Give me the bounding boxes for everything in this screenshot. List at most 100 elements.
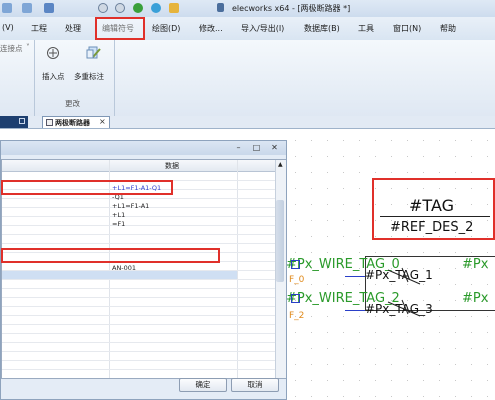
selected-row[interactable] xyxy=(2,271,237,279)
grid-dot xyxy=(327,220,328,221)
scroll-up-icon[interactable]: ▲ xyxy=(278,161,283,168)
menu-tools[interactable]: 工具 xyxy=(358,23,374,34)
menu-help[interactable]: 帮助 xyxy=(440,23,456,34)
dialog-title-bar[interactable]: – □ ✕ xyxy=(1,141,286,155)
grid-header: 数据 xyxy=(2,160,275,172)
grid-dot xyxy=(295,380,296,381)
redo-icon[interactable] xyxy=(22,3,32,13)
grid-dot xyxy=(295,140,296,141)
tab-close-icon[interactable]: × xyxy=(99,117,106,126)
grid-dot xyxy=(327,140,328,141)
panel-pin-icon[interactable] xyxy=(19,118,25,124)
grid-dot xyxy=(327,188,328,189)
grid-dot xyxy=(471,156,472,157)
panel-tab[interactable] xyxy=(0,116,28,128)
grid-dot xyxy=(423,172,424,173)
f0-label: F_0 xyxy=(289,275,305,285)
zoom-window-icon[interactable] xyxy=(115,3,125,13)
insert-point-button[interactable]: 插入点 xyxy=(42,71,65,82)
tag-text[interactable]: #TAG xyxy=(409,196,454,215)
zoom-in-icon[interactable] xyxy=(98,3,108,13)
grid-dot xyxy=(359,172,360,173)
grid-dot xyxy=(311,396,312,397)
grid-dot xyxy=(311,380,312,381)
wire-blue-top xyxy=(345,276,365,277)
multi-mark-button[interactable]: 多重标注 xyxy=(74,71,104,82)
px-label-mid[interactable]: #Px xyxy=(462,291,488,306)
grid-dot xyxy=(407,380,408,381)
minimize-icon[interactable]: – xyxy=(234,143,243,152)
tab-two-pole-breaker[interactable]: 两极断路器 × xyxy=(42,116,110,128)
f2-label: F_2 xyxy=(289,311,305,321)
close-icon[interactable]: ✕ xyxy=(270,143,279,152)
row-divider xyxy=(2,360,275,361)
grid-dot xyxy=(407,140,408,141)
undo-icon[interactable] xyxy=(2,3,12,13)
pan-icon[interactable] xyxy=(133,3,143,13)
connection-point-2[interactable] xyxy=(291,294,300,303)
grid-dot xyxy=(327,172,328,173)
menu-window[interactable]: 窗口(N) xyxy=(393,23,421,34)
menu-project[interactable]: 工程 xyxy=(31,23,47,34)
ok-button[interactable]: 确定 xyxy=(179,378,227,392)
grid-dot xyxy=(439,140,440,141)
maximize-icon[interactable]: □ xyxy=(252,143,261,152)
grid-dot xyxy=(471,348,472,349)
wire-blue-bottom xyxy=(345,310,365,311)
grid-dot xyxy=(455,332,456,333)
menu-view[interactable]: (V) xyxy=(2,23,14,32)
menu-process[interactable]: 处理 xyxy=(65,23,81,34)
grid-dot xyxy=(311,364,312,365)
grid-dot xyxy=(423,140,424,141)
grid-dot xyxy=(471,396,472,397)
grid-dot xyxy=(295,236,296,237)
cell-value[interactable]: AN-001 xyxy=(112,264,136,272)
cancel-button[interactable]: 取消 xyxy=(231,378,279,392)
insert-point-icon[interactable] xyxy=(46,46,60,60)
cell-value[interactable]: +L1=F1-A1 xyxy=(112,202,149,210)
connection-point-0[interactable] xyxy=(291,260,300,269)
grid-dot xyxy=(391,156,392,157)
refresh-icon[interactable] xyxy=(169,3,179,13)
cell-value[interactable]: =F1 xyxy=(112,220,125,228)
grid-dot xyxy=(471,332,472,333)
menu-modify[interactable]: 修改... xyxy=(199,23,223,34)
row-divider xyxy=(2,324,275,325)
app-icon xyxy=(217,3,224,12)
ref-des-text[interactable]: #REF_DES_2 xyxy=(390,220,473,235)
grid-dot xyxy=(359,348,360,349)
grid-dot xyxy=(295,204,296,205)
cell-value[interactable]: +L1 xyxy=(112,211,125,219)
dropdown-arrow-icon[interactable]: ˅ xyxy=(26,43,30,52)
menu-draw[interactable]: 绘图(D) xyxy=(152,23,180,34)
grid-dot xyxy=(327,364,328,365)
grid-dot xyxy=(327,316,328,317)
grid-dot xyxy=(407,252,408,253)
connection-point-label[interactable]: 连接点 xyxy=(0,43,23,54)
grid-dot xyxy=(295,396,296,397)
scrollbar-thumb[interactable] xyxy=(276,200,284,282)
grid-dot xyxy=(423,156,424,157)
grid-dot xyxy=(359,236,360,237)
column-header-data[interactable]: 数据 xyxy=(165,161,179,171)
menu-import-export[interactable]: 导入/导出(I) xyxy=(241,23,284,34)
menu-bar: (V) 工程 处理 编辑符号 绘图(D) 修改... 导入/导出(I) 数据库(… xyxy=(0,17,495,41)
grid-dot xyxy=(343,332,344,333)
row-divider xyxy=(2,351,275,352)
row-divider xyxy=(2,342,275,343)
grid-dot xyxy=(375,172,376,173)
menu-database[interactable]: 数据库(B) xyxy=(304,23,340,34)
grid-dot xyxy=(455,380,456,381)
grid-dot xyxy=(359,364,360,365)
save-icon[interactable] xyxy=(44,3,54,13)
grid-dot xyxy=(311,220,312,221)
grid-dot xyxy=(375,364,376,365)
px-label-top[interactable]: #Px xyxy=(462,257,488,272)
fit-icon[interactable] xyxy=(151,3,161,13)
grid-dot xyxy=(455,172,456,173)
grid-dot xyxy=(343,236,344,237)
grid-dot xyxy=(439,364,440,365)
grid-dot xyxy=(375,252,376,253)
multi-mark-icon[interactable] xyxy=(86,45,102,61)
grid-dot xyxy=(311,284,312,285)
